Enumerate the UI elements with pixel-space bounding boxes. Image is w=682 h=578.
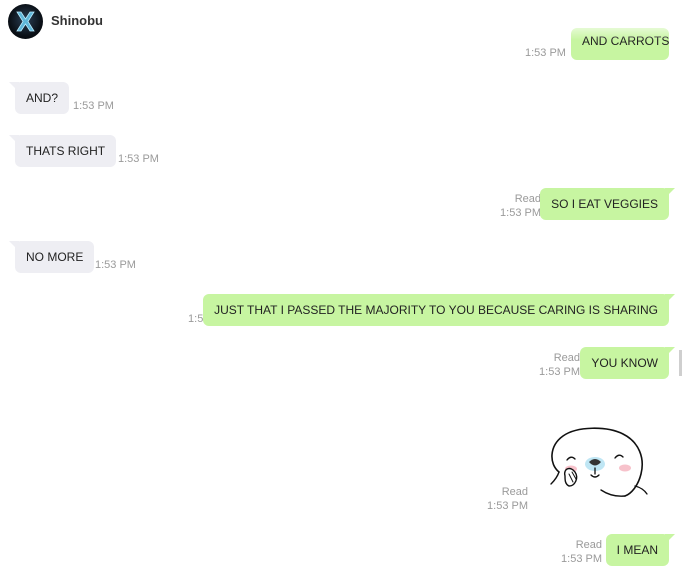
message-bubble[interactable]: SO I EAT VEGGIES: [540, 188, 669, 220]
message-time: 1:53 PM: [73, 100, 114, 112]
read-status: Read: [575, 539, 602, 551]
seal-sticker-icon[interactable]: [545, 424, 651, 500]
message-bubble[interactable]: THATS RIGHT: [15, 135, 117, 167]
read-status: Read: [514, 193, 541, 205]
message-time: 1:53 PM: [95, 259, 136, 271]
message-time: 1:53 PM: [500, 207, 541, 219]
message-meta: Read 1:53 PM: [487, 485, 528, 513]
message-time: 1:53 PM: [539, 366, 580, 378]
contact-avatar[interactable]: [8, 4, 43, 39]
partial-message-time: 1:53 PM: [525, 47, 566, 59]
read-status: Read: [501, 486, 528, 498]
read-status: Read: [553, 352, 580, 364]
contact-name[interactable]: Shinobu: [51, 13, 103, 28]
message-time: 1:53 PM: [487, 500, 528, 512]
message-bubble[interactable]: JUST THAT I PASSED THE MAJORITY TO YOU B…: [203, 294, 669, 326]
message-bubble[interactable]: I MEAN: [605, 534, 669, 566]
message-time: 1:53 PM: [561, 553, 602, 565]
message-time: 1:53 PM: [118, 153, 159, 165]
message-bubble[interactable]: AND?: [15, 82, 70, 114]
x-logo-icon: [16, 11, 35, 32]
message-bubble[interactable]: YOU KNOW: [580, 347, 669, 379]
message-meta: Read 1:53 PM: [561, 538, 602, 566]
message-bubble[interactable]: NO MORE: [15, 241, 95, 273]
message-meta: Read 1:53 PM: [500, 192, 541, 220]
message-meta: Read 1:53 PM: [539, 351, 580, 379]
